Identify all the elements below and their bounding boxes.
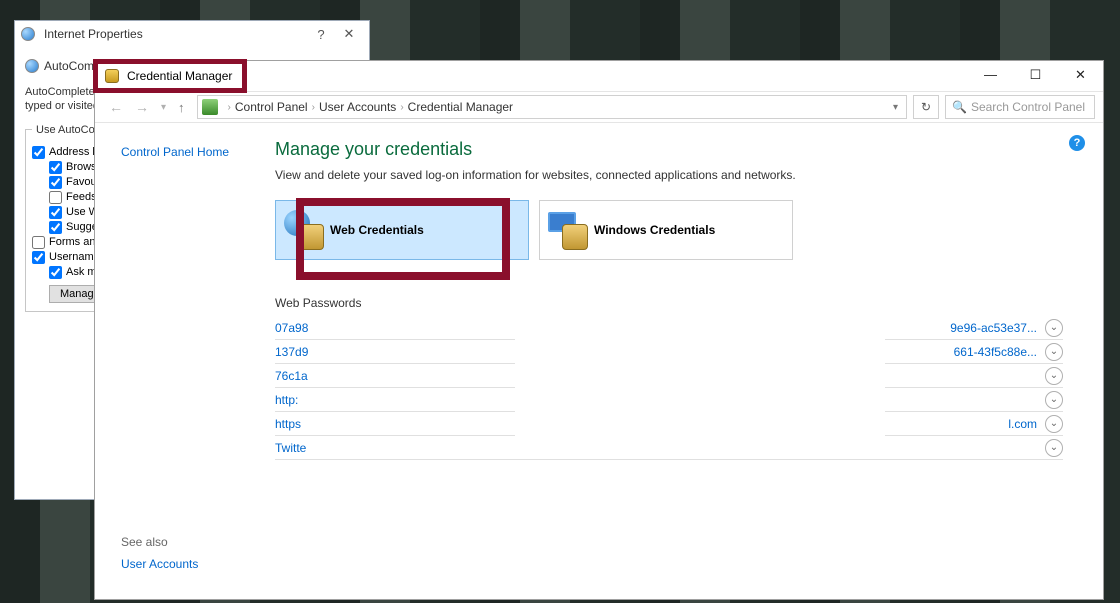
windows-credentials-label: Windows Credentials xyxy=(594,223,715,237)
chevron-down-icon[interactable]: ⌄ xyxy=(1045,439,1063,457)
address-toolbar: ← → ▾ ↑ › Control Panel › User Accounts … xyxy=(95,91,1103,123)
cm-window-title: Credential Manager xyxy=(127,69,232,83)
sidebar: Control Panel Home See also User Account… xyxy=(95,123,275,599)
credential-manager-window: Credential Manager — ☐ ✕ ← → ▾ ↑ › Contr… xyxy=(94,60,1104,600)
maximize-button[interactable]: ☐ xyxy=(1013,61,1058,91)
chevron-down-icon[interactable]: ⌄ xyxy=(1045,319,1063,337)
back-button[interactable]: ← xyxy=(103,99,129,115)
page-subtext: View and delete your saved log-on inform… xyxy=(275,168,1063,182)
ie-window-title: Internet Properties xyxy=(44,27,143,41)
web-credentials-label: Web Credentials xyxy=(330,223,424,237)
history-dropdown[interactable]: ▾ xyxy=(155,102,172,113)
credential-manager-icon xyxy=(105,69,119,83)
page-heading: Manage your credentials xyxy=(275,139,1063,160)
chevron-down-icon[interactable]: ⌄ xyxy=(1045,343,1063,361)
close-button[interactable]: ✕ xyxy=(1058,61,1103,91)
breadcrumb-user-accounts[interactable]: User Accounts xyxy=(319,100,396,114)
forward-button[interactable]: → xyxy=(129,99,155,115)
chevron-down-icon[interactable]: ⌄ xyxy=(1045,391,1063,409)
help-button[interactable]: ? xyxy=(307,27,335,42)
control-panel-home-link[interactable]: Control Panel Home xyxy=(121,145,229,159)
minimize-button[interactable]: — xyxy=(968,61,1013,91)
globe-icon xyxy=(25,59,39,73)
up-button[interactable]: ↑ xyxy=(172,100,191,115)
breadcrumb-control-panel[interactable]: Control Panel xyxy=(235,100,308,114)
desc-text: AutoComplete xyxy=(25,86,95,98)
desc-text: typed or visited xyxy=(25,100,99,112)
windows-credentials-tab[interactable]: Windows Credentials xyxy=(539,200,793,260)
search-icon: 🔍 xyxy=(952,100,967,114)
search-placeholder: Search Control Panel xyxy=(971,100,1085,114)
refresh-button[interactable]: ↻ xyxy=(913,95,939,119)
ie-titlebar[interactable]: Internet Properties ? ✕ xyxy=(15,21,369,47)
see-also-label: See also xyxy=(121,535,198,549)
close-button[interactable]: ✕ xyxy=(335,26,363,42)
breadcrumb-credential-manager[interactable]: Credential Manager xyxy=(408,100,513,114)
addressbar-dropdown[interactable]: ▾ xyxy=(889,102,902,113)
web-credentials-tab[interactable]: Web Credentials xyxy=(275,200,529,260)
globe-icon xyxy=(21,27,35,41)
cm-titlebar[interactable]: Credential Manager — ☐ ✕ xyxy=(95,61,1103,91)
web-credentials-icon xyxy=(284,210,324,250)
tab-label: AutoComp xyxy=(44,59,101,73)
user-accounts-link[interactable]: User Accounts xyxy=(121,557,198,571)
address-bar[interactable]: › Control Panel › User Accounts › Creden… xyxy=(197,95,907,119)
chevron-down-icon[interactable]: ⌄ xyxy=(1045,415,1063,433)
control-panel-icon xyxy=(202,99,218,115)
search-input[interactable]: 🔍 Search Control Panel xyxy=(945,95,1095,119)
windows-credentials-icon xyxy=(548,210,588,250)
chevron-down-icon[interactable]: ⌄ xyxy=(1045,367,1063,385)
